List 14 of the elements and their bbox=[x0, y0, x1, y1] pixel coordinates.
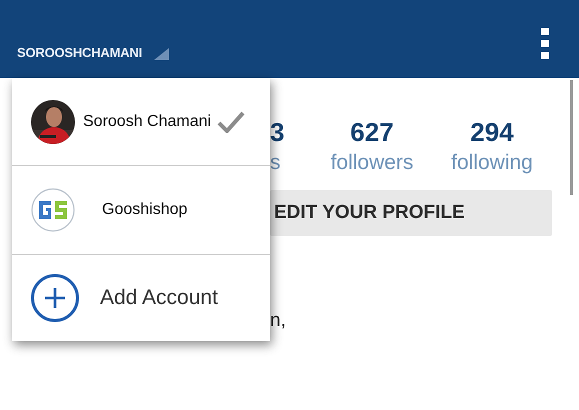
stat-count: 3 bbox=[270, 116, 284, 148]
bio-text: n, bbox=[270, 310, 287, 332]
more-menu-icon[interactable] bbox=[541, 28, 549, 60]
dropdown-icon[interactable] bbox=[154, 48, 170, 60]
account-item[interactable]: Gooshishop bbox=[12, 166, 270, 255]
logo-icon bbox=[31, 188, 75, 232]
stat-count: 627 bbox=[350, 116, 394, 148]
stat-count: 294 bbox=[470, 116, 514, 148]
add-icon bbox=[31, 274, 79, 322]
account-item[interactable]: Soroosh Chamani bbox=[12, 78, 270, 166]
account-switcher[interactable]: SOROOSHCHAMANI bbox=[17, 45, 142, 60]
edit-profile-button[interactable]: EDIT YOUR PROFILE bbox=[270, 190, 552, 236]
checkmark-icon bbox=[217, 110, 246, 132]
add-account-item[interactable]: Add Account bbox=[12, 255, 270, 341]
